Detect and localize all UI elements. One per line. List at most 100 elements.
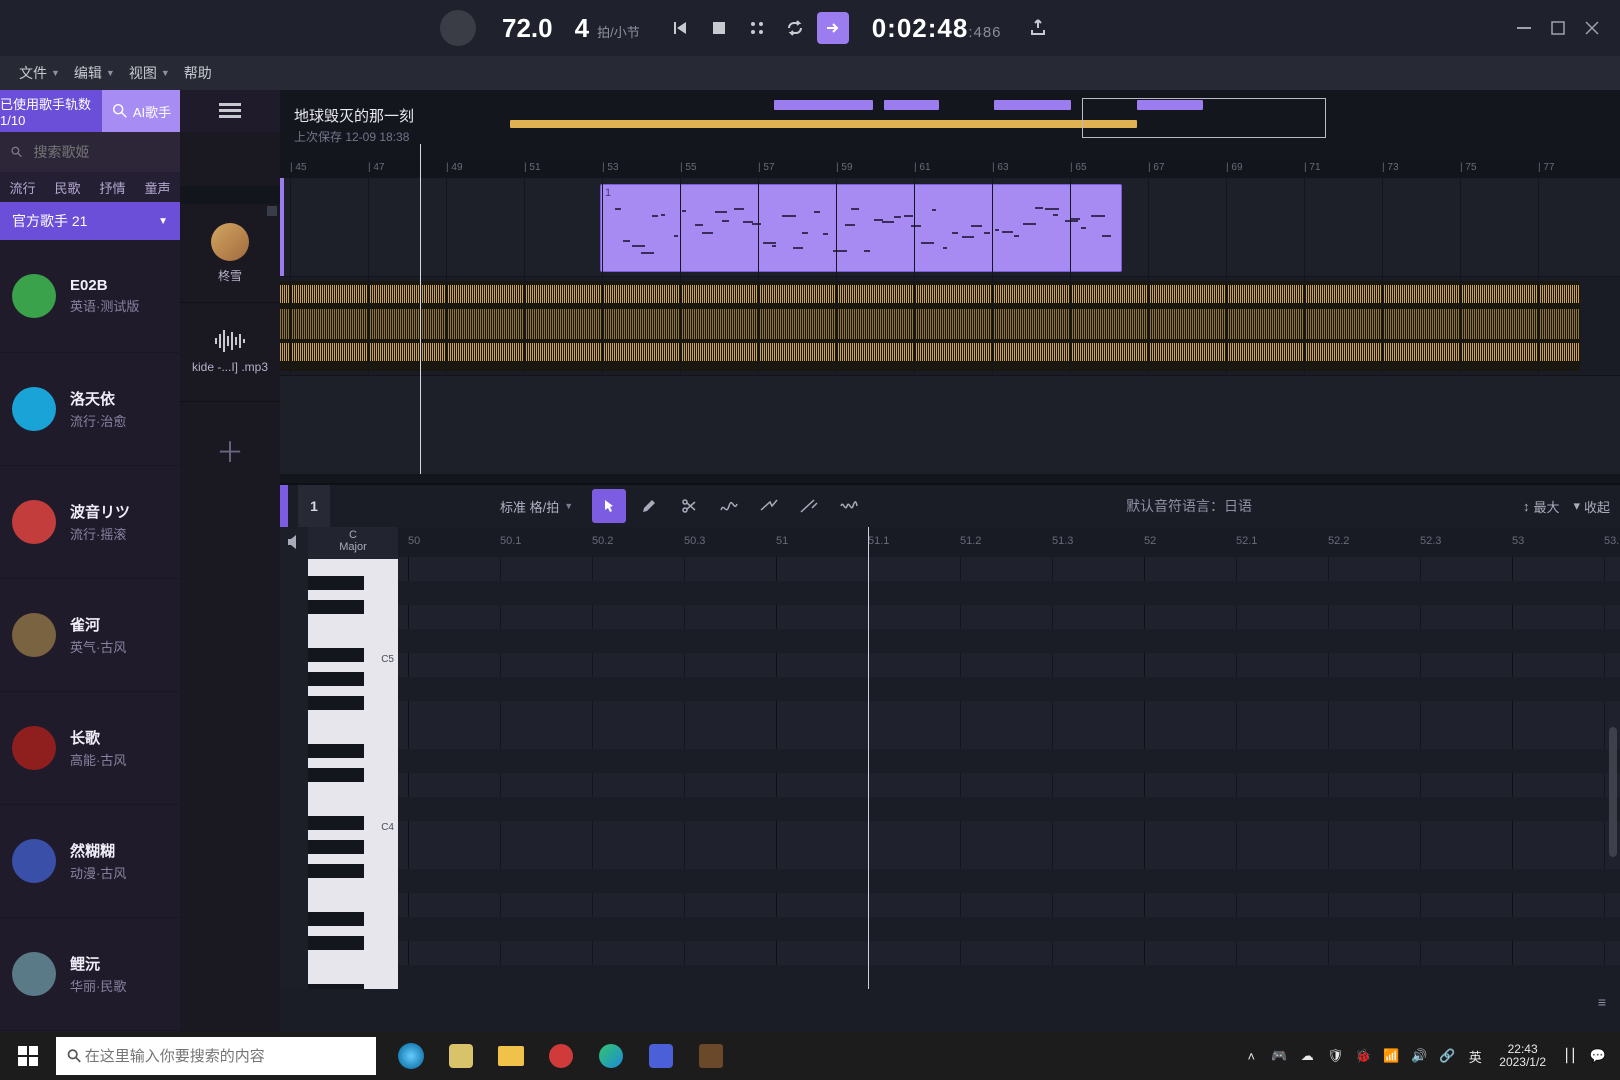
singer-tags: 流行·治愈 <box>70 411 126 430</box>
pianoroll-ruler[interactable]: 5050.150.250.35151.151.251.35252.152.252… <box>398 527 1620 557</box>
stop-button[interactable] <box>703 12 735 44</box>
timeline-track-empty[interactable] <box>280 376 1620 475</box>
ai-singer-button[interactable]: AI歌手 <box>102 90 180 132</box>
auto-scroll-button[interactable] <box>817 12 849 44</box>
singer-name: 鲤沅 <box>70 953 126 974</box>
cat-child[interactable]: 童声 <box>144 178 170 197</box>
tray-link-icon[interactable]: 🔗 <box>1433 1032 1461 1080</box>
tray-ime[interactable]: 英 <box>1461 1032 1489 1080</box>
start-button[interactable] <box>0 1032 56 1080</box>
singer-name: E02B <box>70 277 139 294</box>
chevron-down-icon: ▼ <box>564 501 573 511</box>
skip-start-button[interactable] <box>665 12 697 44</box>
taskbar-search-input[interactable] <box>83 1047 366 1066</box>
add-track-button[interactable]: ＋ <box>180 402 280 500</box>
timeline-track-singer[interactable]: 1 <box>280 178 1620 277</box>
singer-name: 洛天依 <box>70 388 126 409</box>
default-lyric-language[interactable]: 默认音符语言：日语 <box>1126 496 1252 516</box>
singer-item[interactable]: 波音リツ流行·摇滚 <box>0 466 180 579</box>
taskbar-app-6[interactable] <box>636 1032 686 1080</box>
hamburger-icon <box>219 103 241 119</box>
taskbar-app-4[interactable] <box>536 1032 586 1080</box>
pianoroll-grid[interactable] <box>398 557 1620 989</box>
loop-button[interactable] <box>779 12 811 44</box>
menu-file[interactable]: 文件▼ <box>12 56 67 90</box>
singer-item[interactable]: 然糊糊动漫·古风 <box>0 805 180 918</box>
collapse-pianoroll[interactable]: ▾收起 <box>1573 497 1610 516</box>
singer-group-dropdown[interactable]: 官方歌手 21 ▼ <box>0 202 180 240</box>
taskbar-search[interactable] <box>56 1037 376 1075</box>
taskbar-app-2[interactable] <box>436 1032 486 1080</box>
piano-keyboard[interactable]: C5C4 <box>308 559 398 989</box>
singer-search[interactable] <box>0 132 180 172</box>
scissors-tool[interactable] <box>672 489 706 523</box>
chevron-down-icon: ▼ <box>158 216 168 227</box>
tray-clock[interactable]: 22:43 2023/1/2 <box>1489 1043 1556 1069</box>
time-display[interactable]: 0:02:48:486 <box>872 13 1002 44</box>
tray-app-icon[interactable]: ⎮⎮ <box>1556 1032 1584 1080</box>
midi-clip[interactable]: 1 <box>600 184 1122 272</box>
user-avatar[interactable] <box>440 10 476 46</box>
wave-tool[interactable] <box>832 489 866 523</box>
tray-icon-4[interactable]: 🐞 <box>1349 1032 1377 1080</box>
close-button[interactable] <box>1578 14 1606 42</box>
track-panel-menu[interactable] <box>180 90 280 132</box>
singer-item[interactable]: E02B 英语·测试版 <box>0 240 180 353</box>
taskbar-app-1[interactable] <box>386 1032 436 1080</box>
singer-tags: 英气·古风 <box>70 637 126 656</box>
tray-security-icon[interactable]: 🛡 <box>1321 1032 1349 1080</box>
pianoroll-playhead[interactable] <box>868 527 869 989</box>
singer-avatar <box>12 726 56 770</box>
minimize-button[interactable] <box>1510 14 1538 42</box>
track-singer-name: 柊雪 <box>218 267 242 284</box>
cat-folk[interactable]: 民歌 <box>54 178 80 197</box>
metronome-button[interactable] <box>741 12 773 44</box>
pencil-tool[interactable] <box>632 489 666 523</box>
pitch-tool[interactable] <box>712 489 746 523</box>
taskbar-explorer[interactable] <box>486 1032 536 1080</box>
part-number[interactable]: 1 <box>298 485 330 527</box>
maximize-pianoroll[interactable]: ↕最大 <box>1523 497 1560 516</box>
timeline-playhead[interactable] <box>420 144 421 474</box>
singer-search-input[interactable] <box>31 143 170 161</box>
tray-wifi-icon[interactable]: 📶 <box>1377 1032 1405 1080</box>
maximize-button[interactable] <box>1544 14 1572 42</box>
pianoroll-vscrollbar[interactable] <box>1609 727 1617 857</box>
scale-display[interactable]: C Major <box>308 527 398 559</box>
singer-tags: 英语·测试版 <box>70 296 139 315</box>
singer-item[interactable]: 雀河英气·古风 <box>0 579 180 692</box>
tray-icon-1[interactable]: 🎮 <box>1265 1032 1293 1080</box>
tray-notifications[interactable]: 💬 <box>1584 1032 1612 1080</box>
arrangement-overview[interactable] <box>510 98 1610 136</box>
singer-item[interactable]: 洛天依流行·治愈 <box>0 353 180 466</box>
audition-toggle[interactable] <box>283 531 305 553</box>
export-button[interactable] <box>1022 12 1054 44</box>
menu-edit[interactable]: 编辑▼ <box>67 56 122 90</box>
singer-item[interactable]: 鲤沅华丽·民歌 <box>0 918 180 1031</box>
cat-pop[interactable]: 流行 <box>9 178 35 197</box>
line-tool[interactable] <box>752 489 786 523</box>
tray-volume-icon[interactable]: 🔊 <box>1405 1032 1433 1080</box>
track-header-singer[interactable]: 柊雪 <box>180 204 280 303</box>
track-header-audio[interactable]: kide -...I] .mp3 <box>180 303 280 402</box>
vibrato-tool[interactable] <box>792 489 826 523</box>
singer-avatar <box>12 500 56 544</box>
taskbar-edge[interactable] <box>586 1032 636 1080</box>
singer-item[interactable]: 长歌高能·古风 <box>0 692 180 805</box>
timeline-track-audio[interactable] <box>280 277 1620 376</box>
pointer-tool[interactable] <box>592 489 626 523</box>
tempo-display[interactable]: 72.0 <box>502 13 553 44</box>
tray-onedrive-icon[interactable]: ☁ <box>1293 1032 1321 1080</box>
time-signature[interactable]: 4 拍/小节 <box>575 13 640 44</box>
menu-view[interactable]: 视图▼ <box>122 56 177 90</box>
timeline-ruler[interactable]: | 45| 47| 49| 51| 53| 55| 57| 59| 61| 63… <box>280 160 1620 178</box>
track-options-icon[interactable] <box>267 206 277 216</box>
tray-overflow[interactable]: ˄ <box>1237 1032 1265 1080</box>
singer-tags: 流行·摇滚 <box>70 524 130 543</box>
expand-params-button[interactable]: ≡ <box>1598 994 1606 1010</box>
cat-ballad[interactable]: 抒情 <box>99 178 125 197</box>
taskbar-app-7[interactable] <box>686 1032 736 1080</box>
audio-clip[interactable] <box>280 281 1580 371</box>
overview-window[interactable] <box>1082 98 1326 138</box>
menu-help[interactable]: 帮助 <box>177 56 219 90</box>
